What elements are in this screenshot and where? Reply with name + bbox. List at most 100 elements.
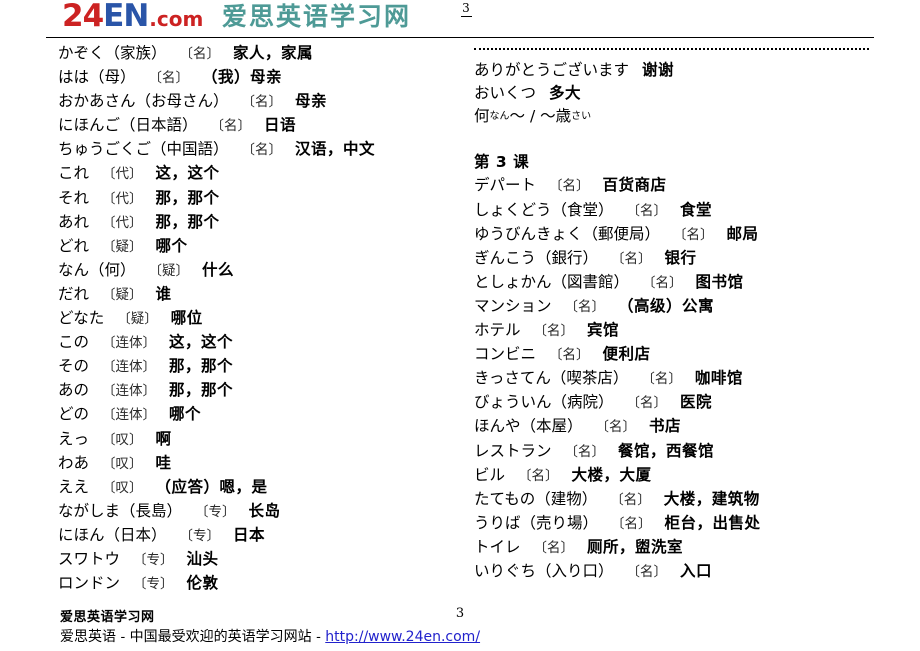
entry-part-of-speech: 〔名〕 <box>179 46 221 62</box>
entry-word: えっ <box>58 429 90 448</box>
footer-page-number: 3 <box>455 606 465 621</box>
entry-gloss: 日本 <box>233 525 266 544</box>
vocabulary-entry: マンション 〔名〕 （高级）公寓 <box>474 295 894 319</box>
vocabulary-entry: トイレ 〔名〕 厕所，盥洗室 <box>474 536 894 560</box>
entry-gloss: （应答）嗯，是 <box>155 477 268 496</box>
logo-text-com: .com <box>149 7 204 31</box>
vocabulary-entry: いりぐち（入り口） 〔名〕 入口 <box>474 560 894 584</box>
vocabulary-entry: それ 〔代〕 那，那个 <box>58 187 458 211</box>
entry-gloss: 那，那个 <box>169 357 234 376</box>
entry-part-of-speech: 〔名〕 <box>595 419 637 436</box>
entry-gloss: 入口 <box>680 561 713 580</box>
vocabulary-entry: わあ 〔叹〕哇 <box>58 452 458 476</box>
entry-gloss: 汉语，中文 <box>295 140 376 159</box>
entry-word: しょくどう（食堂） <box>474 200 614 219</box>
entry-word: あれ <box>58 212 90 231</box>
vocabulary-entry: だれ 〔疑〕谁 <box>58 283 458 307</box>
entry-part-of-speech: 〔名〕 <box>549 347 590 364</box>
vocabulary-entry: ちゅうごくご（中国語） 〔名〕 汉语，中文 <box>58 138 458 162</box>
entry-gloss: （我）母亲 <box>202 68 283 87</box>
entry-gloss: 哪位 <box>170 309 203 328</box>
vocabulary-entry: これ 〔代〕 这，这个 <box>58 162 458 186</box>
entry-part-of-speech: 〔名〕 <box>610 491 651 508</box>
entry-gloss: 多大 <box>549 84 582 103</box>
entry-word: ビル <box>474 465 506 484</box>
vocabulary-entry: えっ 〔叹〕啊 <box>58 428 458 452</box>
entry-gloss: 银行 <box>664 248 697 267</box>
entry-gloss: 哪个 <box>155 236 188 255</box>
entry-part-of-speech: 〔疑〕 <box>102 238 143 255</box>
entry-gloss: 什么 <box>202 260 235 279</box>
entry-gloss: 厕所，盥洗室 <box>587 537 684 556</box>
entry-gloss: 长岛 <box>248 501 281 520</box>
entry-word: その <box>58 357 90 376</box>
entry-gloss: 宾馆 <box>587 321 620 340</box>
left-vocabulary-column: かぞく（家族） 〔名〕 家人，家属 はは（母） 〔名〕 （我）母亲 おかあさん（お母さん）〔… <box>58 42 458 596</box>
entry-part-of-speech: 〔名〕 <box>210 118 252 135</box>
entry-gloss: 大楼，大厦 <box>571 465 652 484</box>
vocabulary-entry: ありがとうございます 谢谢 <box>474 59 894 82</box>
entry-word: たてもの（建物） <box>474 489 598 508</box>
entry-word: ぎんこう（銀行） <box>474 248 599 267</box>
entry-gloss: 邮局 <box>726 224 759 243</box>
vocabulary-entry: はは（母） 〔名〕 （我）母亲 <box>58 66 458 90</box>
ruby-middle-text: 〜 / 〜 <box>509 107 556 126</box>
entry-gloss: 母亲 <box>295 92 328 111</box>
vocabulary-entry: にほんご（日本語） 〔名〕 日语 <box>58 114 458 138</box>
vocabulary-entry: その 〔连体〕 那，那个 <box>58 355 458 379</box>
vocabulary-entry: あれ 〔代〕 那，那个 <box>58 211 458 235</box>
entry-word: ホテル <box>474 321 521 340</box>
vocabulary-entry: ホテル 〔名〕 宾馆 <box>474 319 894 343</box>
entry-gloss: 图书馆 <box>695 272 744 291</box>
entry-part-of-speech: 〔名〕 <box>241 94 283 111</box>
ruby-base-2: 歳 <box>555 107 572 126</box>
entry-gloss: 餐馆，西餐馆 <box>618 441 715 460</box>
entry-word: にほん（日本） <box>58 525 167 544</box>
entry-word: ゆうびんきょく（郵便局） <box>474 224 661 243</box>
entry-gloss: 啊 <box>155 429 172 448</box>
entry-word: どの <box>58 405 90 424</box>
entry-part-of-speech: 〔名〕 <box>626 563 668 580</box>
entry-word: マンション <box>474 296 552 315</box>
entry-gloss: 咖啡馆 <box>694 369 743 388</box>
entry-word: だれ <box>58 284 90 303</box>
entry-part-of-speech: 〔名〕 <box>241 142 283 159</box>
entry-part-of-speech: 〔连体〕 <box>102 407 157 424</box>
entry-gloss: 家人，家属 <box>233 44 314 62</box>
right-vocabulary-column: ありがとうございます 谢谢 おいくつ 多大 何なん〜 / 〜歳さい 第 3 课 デパー… <box>474 42 894 584</box>
entry-word: ちゅうごくご（中国語） <box>58 140 229 159</box>
entry-word: ながしま（長島） <box>58 501 183 520</box>
vocabulary-entry: おいくつ 多大 <box>474 82 894 105</box>
footer-url-link[interactable]: http://www.24en.com/ <box>325 629 480 645</box>
entry-word: スワトウ <box>58 549 121 568</box>
entry-gloss: 便利店 <box>602 345 651 364</box>
vocabulary-entry: この 〔连体〕 这，这个 <box>58 331 458 355</box>
vocabulary-entry: にほん（日本） 〔专〕 日本 <box>58 524 458 548</box>
entry-gloss: 汕头 <box>186 549 219 568</box>
vocabulary-entry: ながしま（長島） 〔专〕 长岛 <box>58 500 458 524</box>
entry-word: わあ <box>58 453 90 472</box>
entry-gloss: 这，这个 <box>169 333 234 352</box>
left-entry-list: かぞく（家族） 〔名〕 家人，家属 はは（母） 〔名〕 （我）母亲 おかあさん（お母さん）〔… <box>58 42 458 596</box>
entry-gloss: 哇 <box>155 453 172 472</box>
entry-part-of-speech: 〔名〕 <box>611 250 652 267</box>
ruby-text-2: さい <box>571 111 592 123</box>
entry-word: ほんや（本屋） <box>474 417 583 436</box>
entry-part-of-speech: 〔名〕 <box>626 202 668 219</box>
entry-part-of-speech: 〔名〕 <box>564 443 606 460</box>
entry-word: ありがとうございます <box>474 61 630 79</box>
header-divider <box>46 37 874 38</box>
entry-word: レストラン <box>474 441 552 460</box>
vocabulary-entry: ロンドン 〔专〕 伦敦 <box>58 572 458 596</box>
entry-part-of-speech: 〔叹〕 <box>102 431 143 448</box>
entry-gloss: 这，这个 <box>155 164 220 183</box>
entry-gloss: 日语 <box>264 116 297 135</box>
entry-part-of-speech: 〔疑〕 <box>117 311 158 328</box>
page-header: 24 EN .com 爱思英语学习网 3 <box>0 0 920 38</box>
entry-gloss: 伦敦 <box>186 574 219 593</box>
vocabulary-entry: どれ 〔疑〕 哪个 <box>58 235 458 259</box>
entry-word: きっさてん（喫茶店） <box>474 369 629 388</box>
vocabulary-entry: しょくどう（食堂） 〔名〕 食堂 <box>474 199 894 223</box>
entry-part-of-speech: 〔叹〕 <box>102 479 143 496</box>
site-logo: 24 EN .com <box>62 1 203 32</box>
